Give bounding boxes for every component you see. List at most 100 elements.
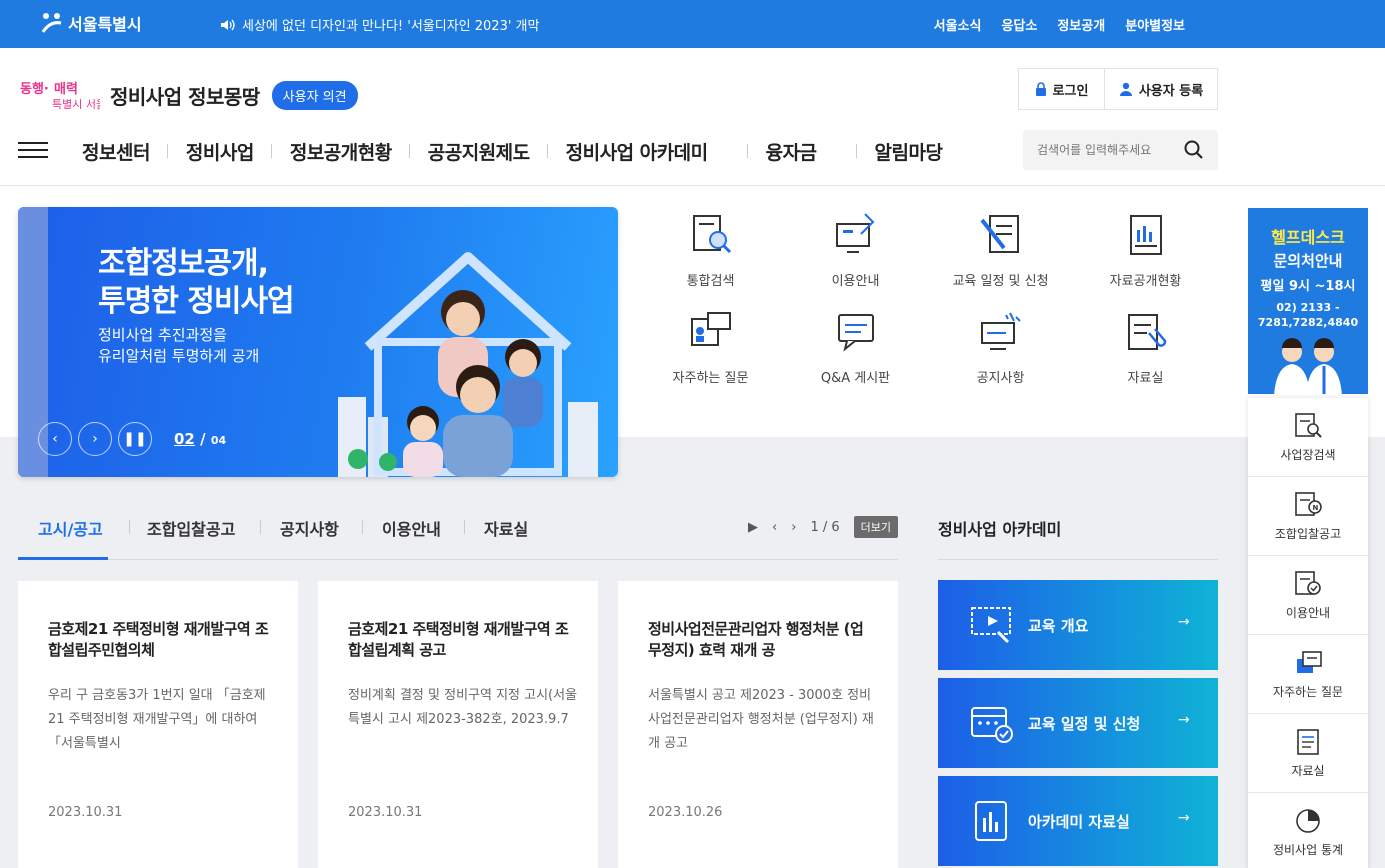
notice-monitor-icon: [980, 312, 1021, 350]
main-navigation: 정보센터 정비사업 정보공개현황 공공지원제도 정비사업 아카데미 융자금 알림…: [0, 128, 1385, 186]
notice-card-date: 2023.10.31: [348, 805, 423, 820]
play-icon[interactable]: ▶: [748, 520, 758, 535]
side-bid-notices[interactable]: N 조합입찰공고: [1248, 477, 1368, 556]
tab-notices[interactable]: 공지사항: [280, 516, 339, 540]
notice-card[interactable]: 금호제21 주택정비형 재개발구역 조합설립주민협의체 우리 구 금호동3가 1…: [18, 581, 298, 868]
speaker-icon: [221, 19, 235, 30]
hero-controls: ‹ › ❚❚ 02 / 04: [38, 422, 226, 456]
notice-card[interactable]: 금호제21 주택정비형 재개발구역 조합설립계획 공고 정비계획 결정 및 정비…: [318, 581, 598, 868]
presentation-screen-icon: [971, 607, 1011, 644]
helpdesk-hours: 평일 9시 ~18시: [1260, 279, 1356, 294]
toplink-eungdapso[interactable]: 응답소: [1001, 15, 1037, 34]
login-button[interactable]: 로그인: [1019, 69, 1105, 109]
tab-usage-guide[interactable]: 이용안내: [382, 516, 441, 540]
helpdesk-banner[interactable]: 헬프데스크 문의처안내 평일 9시 ~18시 02) 2133 - 7281,7…: [1248, 208, 1368, 396]
side-site-search[interactable]: 사업장검색: [1248, 398, 1368, 477]
notice-card-body: 서울특별시 공고 제2023 - 3000호 정비사업전문관리업자 행정처분 (…: [648, 688, 874, 751]
chat-board-icon: [1297, 650, 1322, 673]
toplink-seoul-news[interactable]: 서울소식: [934, 15, 982, 34]
hero-prev-button[interactable]: ‹: [38, 422, 72, 456]
quick-integrated-search[interactable]: 통합검색: [638, 210, 783, 289]
site-title: 정비사업 정보몽땅: [110, 84, 260, 109]
helpdesk-phone: 02) 2133 - 7281,7282,4840: [1257, 301, 1359, 329]
notice-card[interactable]: 정비사업전문관리업자 행정처분 (업무정지) 효력 재개 공 서울특별시 공고 …: [618, 581, 898, 868]
toplink-info-disclosure[interactable]: 정보공개: [1057, 15, 1105, 34]
notice-ticker[interactable]: 세상에 없던 디자인과 만나다! '서울디자인 2023' 개막: [220, 15, 539, 34]
academy-section-title: 정비사업 아카데미: [938, 520, 1062, 539]
search-icon[interactable]: [1184, 140, 1204, 160]
gnb-item-info-center[interactable]: 정보센터: [64, 138, 168, 165]
arrow-right-icon: →: [1178, 712, 1190, 728]
hero-next-button[interactable]: ›: [78, 422, 112, 456]
quick-disclosure-status[interactable]: 자료공개현황: [1073, 210, 1218, 289]
family-house-illustration: [338, 252, 598, 477]
gnb-item-projects[interactable]: 정비사업: [168, 138, 272, 165]
side-faq[interactable]: 자주하는 질문: [1248, 635, 1368, 714]
qa-chat-icon: [837, 314, 874, 352]
pause-icon: ❚❚: [123, 431, 147, 447]
toplink-field-info[interactable]: 분야별정보: [1125, 15, 1185, 34]
tab-announcements[interactable]: 고시/공고: [38, 516, 103, 540]
tab-bid-notices[interactable]: 조합입찰공고: [147, 516, 235, 540]
quick-menu: 통합검색 이용안내 교육 일정 및 신청 자료공개현황 자주하는 질문 Q&A …: [638, 210, 1218, 386]
chevron-right-icon: ›: [92, 431, 98, 447]
gnb-item-loans[interactable]: 융자금: [748, 138, 857, 165]
quick-usage-guide[interactable]: 이용안내: [783, 210, 928, 289]
user-feedback-button[interactable]: 사용자 의견: [271, 80, 358, 110]
side-quick-menu: 사업장검색 N 조합입찰공고 이용안내 자주하는 질문 자료실 정비사업 통계: [1248, 398, 1368, 868]
gnb-item-disclosure-status[interactable]: 정보공개현황: [272, 138, 410, 165]
chevron-left-icon: ‹: [52, 431, 58, 447]
gnb-item-academy[interactable]: 정비사업 아카데미: [548, 138, 748, 165]
notice-tabs: 고시/공고 조합입찰공고 공지사항 이용안내 자료실 ▶ ‹ › 1 / 6 더…: [18, 508, 898, 560]
hamburger-menu-icon[interactable]: [18, 142, 48, 160]
side-usage-guide[interactable]: 이용안내: [1248, 556, 1368, 635]
chevron-right-icon[interactable]: ›: [791, 520, 796, 535]
seoul-logo-text: 서울특별시: [68, 15, 142, 34]
quick-archive[interactable]: 자료실: [1073, 307, 1218, 386]
user-icon: [1119, 82, 1132, 96]
document-check-icon: [1295, 570, 1321, 595]
hero-banner[interactable]: 조합정보공개, 투명한 정비사업 정비사업 추진과정을 유리알처럼 투명하게 공…: [18, 207, 618, 477]
notice-text: 세상에 없던 디자인과 만나다! '서울디자인 2023' 개막: [242, 19, 540, 34]
academy-overview-button[interactable]: 교육 개요 →: [938, 580, 1218, 670]
hero-total-slides: 04: [210, 434, 227, 447]
notice-card-body: 우리 구 금호동3가 1번지 일대 「금호제21 주택정비형 재개발구역」에 대…: [48, 688, 266, 751]
page-count: 1 / 6: [810, 519, 840, 535]
hero-pause-button[interactable]: ❚❚: [118, 422, 152, 456]
quick-faq[interactable]: 자주하는 질문: [638, 307, 783, 386]
document-new-icon: N: [1295, 491, 1322, 516]
more-button[interactable]: 더보기: [853, 516, 898, 538]
academy-divider: [938, 559, 1218, 560]
svg-text:N: N: [1313, 504, 1319, 512]
helpdesk-subtitle: 문의처안내: [1273, 252, 1343, 270]
chevron-left-icon[interactable]: ‹: [772, 520, 777, 535]
quick-qa-board[interactable]: Q&A 게시판: [783, 307, 928, 386]
seoul-logo[interactable]: 서울특별시: [40, 11, 142, 35]
academy-schedule-button[interactable]: 교육 일정 및 신청 →: [938, 678, 1218, 768]
login-label: 로그인: [1052, 83, 1089, 99]
pie-chart-icon: [1296, 808, 1320, 833]
education-pen-icon: [979, 215, 1019, 253]
arrow-right-icon: →: [1178, 614, 1190, 630]
notice-card-title: 금호제21 주택정비형 재개발구역 조합설립주민협의체: [48, 620, 269, 659]
svg-text:동행·: 동행·: [20, 81, 49, 97]
quick-notices[interactable]: 공지사항: [928, 307, 1073, 386]
search-input[interactable]: [1023, 143, 1173, 157]
hero-page-indicator: 02 / 04: [174, 430, 227, 448]
register-button[interactable]: 사용자 등록: [1105, 69, 1217, 109]
notice-card-date: 2023.10.26: [648, 805, 723, 820]
side-archive[interactable]: 자료실: [1248, 714, 1368, 793]
lock-icon: [1035, 82, 1046, 96]
site-brand[interactable]: 동행· 매력 특별시 서울 정비사업 정보몽땅 사용자 의견: [18, 78, 358, 112]
quick-education-schedule[interactable]: 교육 일정 및 신청: [928, 210, 1073, 289]
chart-board-icon: [975, 801, 1007, 841]
seoul-slogan-logo: 동행· 매력 특별시 서울: [18, 78, 106, 112]
gnb-item-public-support[interactable]: 공공지원제도: [410, 138, 548, 165]
chart-document-icon: [1129, 215, 1162, 255]
hero-title: 조합정보공개, 투명한 정비사업: [98, 246, 295, 319]
tab-archive[interactable]: 자료실: [484, 516, 528, 540]
gnb-item-notices[interactable]: 알림마당: [857, 138, 961, 165]
notice-card-title: 금호제21 주택정비형 재개발구역 조합설립계획 공고: [348, 620, 569, 659]
academy-archive-button[interactable]: 아카데미 자료실 →: [938, 776, 1218, 866]
side-statistics[interactable]: 정비사업 통계: [1248, 793, 1368, 868]
